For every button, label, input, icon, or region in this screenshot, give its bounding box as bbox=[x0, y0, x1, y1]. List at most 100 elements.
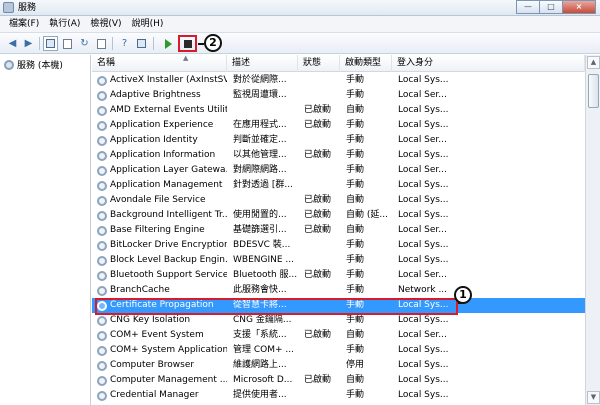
service-name: Computer Browser bbox=[110, 360, 195, 370]
service-status bbox=[304, 133, 342, 148]
service-logon-as: Local Sys... bbox=[398, 75, 449, 85]
service-gear-icon bbox=[97, 75, 107, 86]
column-status[interactable]: 狀態 bbox=[298, 55, 340, 72]
menu-help[interactable]: 說明(H) bbox=[127, 16, 169, 32]
service-startup-type: 自動 bbox=[346, 105, 365, 115]
service-gear-icon bbox=[97, 255, 107, 266]
menu-file[interactable]: 檔案(F) bbox=[4, 16, 44, 32]
forward-icon[interactable]: ▶ bbox=[21, 36, 36, 51]
vertical-scrollbar[interactable]: ▲ ▼ bbox=[585, 55, 600, 405]
service-logon-as: Local Sys... bbox=[398, 390, 449, 400]
help-icon[interactable]: ? bbox=[117, 36, 132, 51]
service-startup-type: 手動 bbox=[346, 390, 365, 400]
service-description: 提供使用者... bbox=[233, 390, 287, 400]
details-icon[interactable] bbox=[134, 36, 149, 51]
service-logon-as: Local Ser... bbox=[398, 330, 447, 340]
tree-item-services-local[interactable]: 服務 (本機) bbox=[4, 58, 63, 71]
service-name: Block Level Backup Engin... bbox=[110, 255, 227, 265]
service-row[interactable]: Base Filtering Engine 基礎篩選引... 已啟動 自動 Local … bbox=[92, 223, 585, 238]
console-tree-icon[interactable] bbox=[43, 36, 58, 51]
services-gear-icon bbox=[4, 59, 14, 70]
service-name: Background Intelligent Tr... bbox=[110, 210, 227, 220]
service-logon-as: Local Ser... bbox=[398, 135, 447, 145]
start-icon[interactable] bbox=[161, 36, 176, 51]
export-icon[interactable] bbox=[94, 36, 109, 51]
minimize-button[interactable]: — bbox=[516, 0, 540, 14]
service-row[interactable]: COM+ Event System 支援「系統... 已啟動 自動 Local Ser.… bbox=[92, 328, 585, 343]
service-row[interactable]: AMD External Events Utility 已啟動 自動 Local Sy… bbox=[92, 103, 585, 118]
menu-view[interactable]: 檢視(V) bbox=[85, 16, 126, 32]
service-gear-icon bbox=[97, 270, 107, 281]
service-startup-type: 手動 bbox=[346, 120, 365, 130]
service-startup-type: 手動 bbox=[346, 345, 365, 355]
service-row[interactable]: Application Layer Gatewa... 對網際網路... 手動 Loc… bbox=[92, 163, 585, 178]
close-button[interactable]: × bbox=[562, 0, 596, 14]
service-row[interactable]: ActiveX Installer (AxInstSV) 對於從網際... 手動 Lo… bbox=[92, 73, 585, 88]
column-startup-type[interactable]: 啟動類型 bbox=[340, 55, 392, 72]
service-rows: ActiveX Installer (AxInstSV) 對於從網際... 手動 Lo… bbox=[92, 73, 585, 405]
menu-action[interactable]: 執行(A) bbox=[44, 16, 85, 32]
toolbar-separator bbox=[39, 37, 40, 50]
service-startup-type: 自動 bbox=[346, 375, 365, 385]
service-description: WBENGINE ... bbox=[233, 255, 294, 265]
scroll-thumb[interactable] bbox=[588, 74, 599, 108]
service-logon-as: Local Sys... bbox=[398, 360, 449, 370]
service-startup-type: 手動 bbox=[346, 135, 365, 145]
service-description: 基礎篩選引... bbox=[233, 225, 287, 235]
column-description[interactable]: 描述 bbox=[227, 55, 298, 72]
service-gear-icon bbox=[97, 330, 107, 341]
service-row[interactable]: Adaptive Brightness 監視周遭環... 手動 Local Ser..… bbox=[92, 88, 585, 103]
service-name: Application Identity bbox=[110, 135, 198, 145]
scroll-up-icon[interactable]: ▲ bbox=[587, 56, 600, 69]
service-startup-type: 手動 bbox=[346, 255, 365, 265]
service-startup-type: 自動 bbox=[346, 195, 365, 205]
service-row[interactable]: COM+ System Application 管理 COM+ ... 手動 Loca… bbox=[92, 343, 585, 358]
menu-bar: 檔案(F) 執行(A) 檢視(V) 說明(H) bbox=[0, 16, 600, 33]
maximize-button[interactable]: □ bbox=[539, 0, 563, 14]
service-row[interactable]: BitLocker Drive Encryption... BDESVC 裝...… bbox=[92, 238, 585, 253]
service-name-cell: Computer Browser bbox=[97, 358, 227, 373]
sort-up-icon: ▲ bbox=[183, 54, 189, 62]
service-gear-icon bbox=[97, 390, 107, 401]
stop-highlight-box bbox=[178, 35, 197, 52]
toolbar: ◀ ▶ ↻ ? bbox=[0, 33, 600, 54]
service-row[interactable]: Avondale File Service 已啟動 自動 Local Sys... bbox=[92, 193, 585, 208]
service-status: 已啟動 bbox=[304, 225, 332, 235]
service-row[interactable]: Bluetooth Support Service Bluetooth 服... 已… bbox=[92, 268, 585, 283]
service-description: 此服務會快... bbox=[233, 285, 287, 295]
service-row[interactable]: Background Intelligent Tr... 使用閒置的... 已啟動 自… bbox=[92, 208, 585, 223]
service-name: Application Experience bbox=[110, 120, 214, 130]
scroll-down-icon[interactable]: ▼ bbox=[587, 391, 600, 404]
service-row[interactable]: BranchCache 此服務會快... 手動 Network ... bbox=[92, 283, 585, 298]
properties-icon[interactable] bbox=[60, 36, 75, 51]
column-logon-as[interactable]: 登入身分 bbox=[392, 55, 585, 72]
callout-2: 2 bbox=[204, 34, 222, 52]
service-status bbox=[304, 358, 342, 373]
service-description: 使用閒置的... bbox=[233, 210, 287, 220]
service-row[interactable]: Credential Manager 提供使用者... 手動 Local Sys... bbox=[92, 388, 585, 403]
service-description: CNG 金鑰隔... bbox=[233, 315, 292, 325]
window-controls: — □ × bbox=[516, 0, 596, 15]
refresh-icon[interactable]: ↻ bbox=[77, 36, 92, 51]
tree-pane: 服務 (本機) bbox=[0, 55, 91, 405]
service-name-cell: ActiveX Installer (AxInstSV) bbox=[97, 73, 227, 88]
service-name-cell: BitLocker Drive Encryption... bbox=[97, 238, 227, 253]
service-row[interactable]: Computer Management ... Microsoft D... 已啟動… bbox=[92, 373, 585, 388]
service-description: 支援「系統... bbox=[233, 330, 287, 340]
service-name: AMD External Events Utility bbox=[110, 105, 227, 115]
service-status bbox=[304, 343, 342, 358]
service-row[interactable]: Computer Browser 維護網路上... 停用 Local Sys... bbox=[92, 358, 585, 373]
service-description: Microsoft D... bbox=[233, 375, 293, 385]
service-row[interactable]: Application Information 以其他管理... 已啟動 手動 Loca… bbox=[92, 148, 585, 163]
service-gear-icon bbox=[97, 225, 107, 236]
service-row[interactable]: Application Identity 判斷並確定... 手動 Local Ser.… bbox=[92, 133, 585, 148]
back-icon[interactable]: ◀ bbox=[5, 36, 20, 51]
service-row[interactable]: CNG Key Isolation CNG 金鑰隔... 手動 Local Sys..… bbox=[92, 313, 585, 328]
service-name-cell: Application Experience bbox=[97, 118, 227, 133]
column-name[interactable]: 名稱 bbox=[92, 55, 227, 72]
service-row[interactable]: Application Experience 在應用程式... 已啟動 手動 Local… bbox=[92, 118, 585, 133]
service-name-cell: COM+ Event System bbox=[97, 328, 227, 343]
service-row[interactable]: Block Level Backup Engin... WBENGINE ... 手… bbox=[92, 253, 585, 268]
service-row[interactable]: Application Management 針對透過 [群... 手動 Local … bbox=[92, 178, 585, 193]
service-description: BDESVC 裝... bbox=[233, 240, 291, 250]
